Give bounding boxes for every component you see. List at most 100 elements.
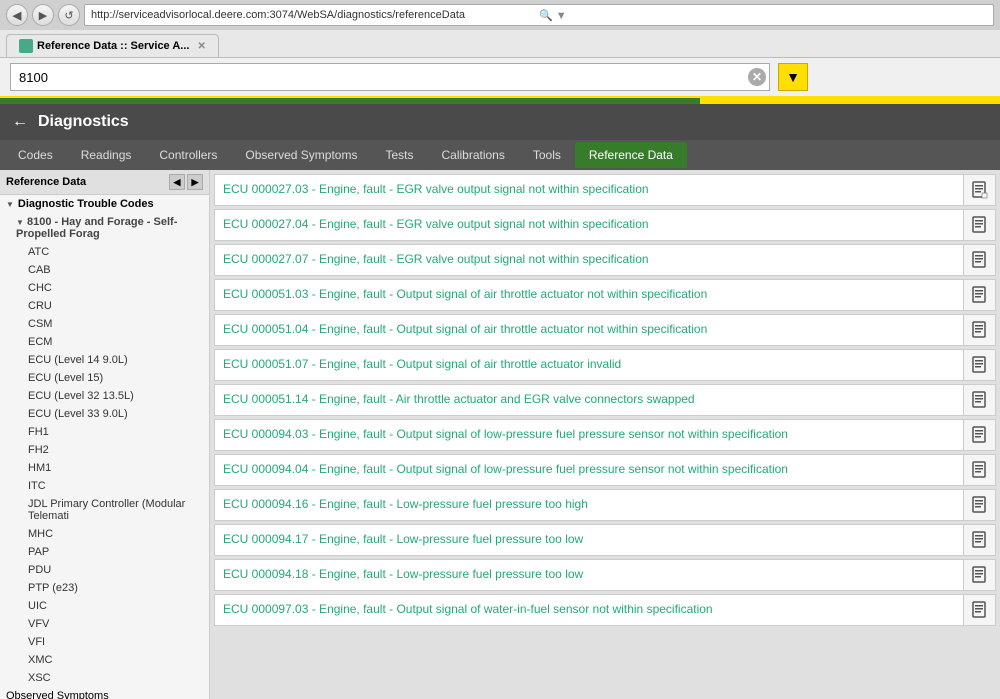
row-text: ECU 000027.03 - Engine, fault - EGR valv… bbox=[215, 175, 963, 205]
sidebar: Reference Data ◀ ▶ ▼ Diagnostic Trouble … bbox=[0, 170, 210, 699]
row-icon[interactable] bbox=[963, 525, 995, 555]
row-icon[interactable] bbox=[963, 385, 995, 415]
sidebar-item-xmc[interactable]: XMC bbox=[0, 651, 209, 669]
row-icon[interactable] bbox=[963, 560, 995, 590]
tab-calibrations[interactable]: Calibrations bbox=[427, 142, 518, 168]
sidebar-item-ecu32[interactable]: ECU (Level 32 13.5L) bbox=[0, 387, 209, 405]
list-item[interactable]: ECU 000051.03 - Engine, fault - Output s… bbox=[214, 279, 996, 311]
browser-chrome: ◀ ▶ ↺ http://serviceadvisorlocal.deere.c… bbox=[0, 0, 1000, 58]
sidebar-item-pdu[interactable]: PDU bbox=[0, 561, 209, 579]
row-text: ECU 000094.17 - Engine, fault - Low-pres… bbox=[215, 525, 963, 555]
tab-observed-symptoms[interactable]: Observed Symptoms bbox=[231, 142, 371, 168]
sidebar-item-vfi[interactable]: VFI bbox=[0, 633, 209, 651]
row-text: ECU 000094.03 - Engine, fault - Output s… bbox=[215, 420, 963, 450]
app-toolbar: ✕ ▼ bbox=[0, 58, 1000, 98]
row-text: ECU 000094.04 - Engine, fault - Output s… bbox=[215, 455, 963, 485]
row-text: ECU 000051.04 - Engine, fault - Output s… bbox=[215, 315, 963, 345]
nav-tabs: Codes Readings Controllers Observed Symp… bbox=[0, 140, 1000, 170]
browser-tab-label: Reference Data :: Service A... bbox=[37, 40, 189, 52]
row-icon[interactable] bbox=[963, 595, 995, 625]
tab-tests[interactable]: Tests bbox=[371, 142, 427, 168]
tab-readings[interactable]: Readings bbox=[67, 142, 146, 168]
sidebar-item-ecu15[interactable]: ECU (Level 15) bbox=[0, 369, 209, 387]
address-bar[interactable]: http://serviceadvisorlocal.deere.com:307… bbox=[84, 4, 994, 26]
sidebar-item-vfv[interactable]: VFV bbox=[0, 615, 209, 633]
sidebar-item-ptp[interactable]: PTP (e23) bbox=[0, 579, 209, 597]
tab-reference-data[interactable]: Reference Data bbox=[575, 142, 687, 168]
list-item[interactable]: ECU 000094.03 - Engine, fault - Output s… bbox=[214, 419, 996, 451]
sidebar-expand-button[interactable]: ▶ bbox=[187, 174, 203, 190]
search-icon: 🔍 ▼ bbox=[539, 9, 987, 22]
address-text: http://serviceadvisorlocal.deere.com:307… bbox=[91, 9, 539, 21]
row-icon[interactable] bbox=[963, 210, 995, 240]
triangle-icon: ▼ bbox=[16, 218, 24, 227]
sidebar-8100-label: 8100 - Hay and Forage - Self-Propelled F… bbox=[16, 216, 177, 240]
triangle-icon: ▼ bbox=[6, 200, 14, 209]
search-input[interactable] bbox=[10, 63, 770, 91]
search-clear-button[interactable]: ✕ bbox=[748, 68, 766, 86]
sidebar-item-ecm[interactable]: ECM bbox=[0, 333, 209, 351]
list-item[interactable]: ECU 000051.04 - Engine, fault - Output s… bbox=[214, 314, 996, 346]
row-icon[interactable] bbox=[963, 490, 995, 520]
browser-tab-active[interactable]: Reference Data :: Service A... ✕ bbox=[6, 34, 219, 57]
sidebar-item-uic[interactable]: UIC bbox=[0, 597, 209, 615]
tab-tools[interactable]: Tools bbox=[519, 142, 575, 168]
header-back-button[interactable]: ← bbox=[12, 113, 28, 131]
sidebar-item-observed-symptoms[interactable]: Observed Symptoms bbox=[0, 687, 209, 699]
list-item[interactable]: ECU 000094.18 - Engine, fault - Low-pres… bbox=[214, 559, 996, 591]
row-icon[interactable] bbox=[963, 455, 995, 485]
row-icon[interactable] bbox=[963, 280, 995, 310]
app-header: ← Diagnostics bbox=[0, 104, 1000, 140]
browser-tabs: Reference Data :: Service A... ✕ bbox=[0, 30, 1000, 57]
search-wrapper: ✕ bbox=[10, 63, 770, 91]
sidebar-item-ecu14[interactable]: ECU (Level 14 9.0L) bbox=[0, 351, 209, 369]
tab-close-button[interactable]: ✕ bbox=[197, 41, 205, 52]
content-area: ECU 000027.03 - Engine, fault - EGR valv… bbox=[210, 170, 1000, 699]
list-item[interactable]: ECU 000094.17 - Engine, fault - Low-pres… bbox=[214, 524, 996, 556]
list-item[interactable]: ECU 000094.16 - Engine, fault - Low-pres… bbox=[214, 489, 996, 521]
browser-forward-button[interactable]: ▶ bbox=[32, 4, 54, 26]
row-icon[interactable] bbox=[963, 315, 995, 345]
sidebar-header: Reference Data ◀ ▶ bbox=[0, 170, 209, 195]
sidebar-item-pap[interactable]: PAP bbox=[0, 543, 209, 561]
sidebar-item-csm[interactable]: CSM bbox=[0, 315, 209, 333]
row-icon[interactable] bbox=[963, 245, 995, 275]
sidebar-collapse-button[interactable]: ◀ bbox=[169, 174, 185, 190]
list-item[interactable]: ECU 000051.07 - Engine, fault - Output s… bbox=[214, 349, 996, 381]
sidebar-header-buttons: ◀ ▶ bbox=[169, 174, 203, 190]
list-item[interactable]: ECU 000051.14 - Engine, fault - Air thro… bbox=[214, 384, 996, 416]
browser-refresh-button[interactable]: ↺ bbox=[58, 4, 80, 26]
row-text: ECU 000051.07 - Engine, fault - Output s… bbox=[215, 350, 963, 380]
tab-favicon bbox=[19, 39, 33, 53]
row-text: ECU 000094.16 - Engine, fault - Low-pres… bbox=[215, 490, 963, 520]
list-item[interactable]: ECU 000094.04 - Engine, fault - Output s… bbox=[214, 454, 996, 486]
row-icon[interactable] bbox=[963, 420, 995, 450]
browser-back-button[interactable]: ◀ bbox=[6, 4, 28, 26]
row-icon[interactable] bbox=[963, 175, 995, 205]
list-item[interactable]: ECU 000027.03 - Engine, fault - EGR valv… bbox=[214, 174, 996, 206]
sidebar-item-fh2[interactable]: FH2 bbox=[0, 441, 209, 459]
sidebar-item-cru[interactable]: CRU bbox=[0, 297, 209, 315]
toolbar-dropdown-button[interactable]: ▼ bbox=[778, 63, 808, 91]
sidebar-item-8100[interactable]: ▼ 8100 - Hay and Forage - Self-Propelled… bbox=[0, 213, 209, 243]
sidebar-item-dtc[interactable]: ▼ Diagnostic Trouble Codes bbox=[0, 195, 209, 213]
row-icon[interactable] bbox=[963, 350, 995, 380]
sidebar-item-itc[interactable]: ITC bbox=[0, 477, 209, 495]
list-item[interactable]: ECU 000027.07 - Engine, fault - EGR valv… bbox=[214, 244, 996, 276]
list-item[interactable]: ECU 000027.04 - Engine, fault - EGR valv… bbox=[214, 209, 996, 241]
tab-codes[interactable]: Codes bbox=[4, 142, 67, 168]
sidebar-title: Reference Data bbox=[6, 176, 86, 188]
sidebar-item-chc[interactable]: CHC bbox=[0, 279, 209, 297]
sidebar-item-fh1[interactable]: FH1 bbox=[0, 423, 209, 441]
sidebar-item-hm1[interactable]: HM1 bbox=[0, 459, 209, 477]
tab-controllers[interactable]: Controllers bbox=[145, 142, 231, 168]
sidebar-item-ecu33[interactable]: ECU (Level 33 9.0L) bbox=[0, 405, 209, 423]
sidebar-item-atc[interactable]: ATC bbox=[0, 243, 209, 261]
sidebar-item-xsc[interactable]: XSC bbox=[0, 669, 209, 687]
row-text: ECU 000097.03 - Engine, fault - Output s… bbox=[215, 595, 963, 625]
sidebar-item-jdl[interactable]: JDL Primary Controller (Modular Telemati bbox=[0, 495, 209, 525]
sidebar-item-cab[interactable]: CAB bbox=[0, 261, 209, 279]
list-item[interactable]: ECU 000097.03 - Engine, fault - Output s… bbox=[214, 594, 996, 626]
row-text: ECU 000051.03 - Engine, fault - Output s… bbox=[215, 280, 963, 310]
sidebar-item-mhc[interactable]: MHC bbox=[0, 525, 209, 543]
